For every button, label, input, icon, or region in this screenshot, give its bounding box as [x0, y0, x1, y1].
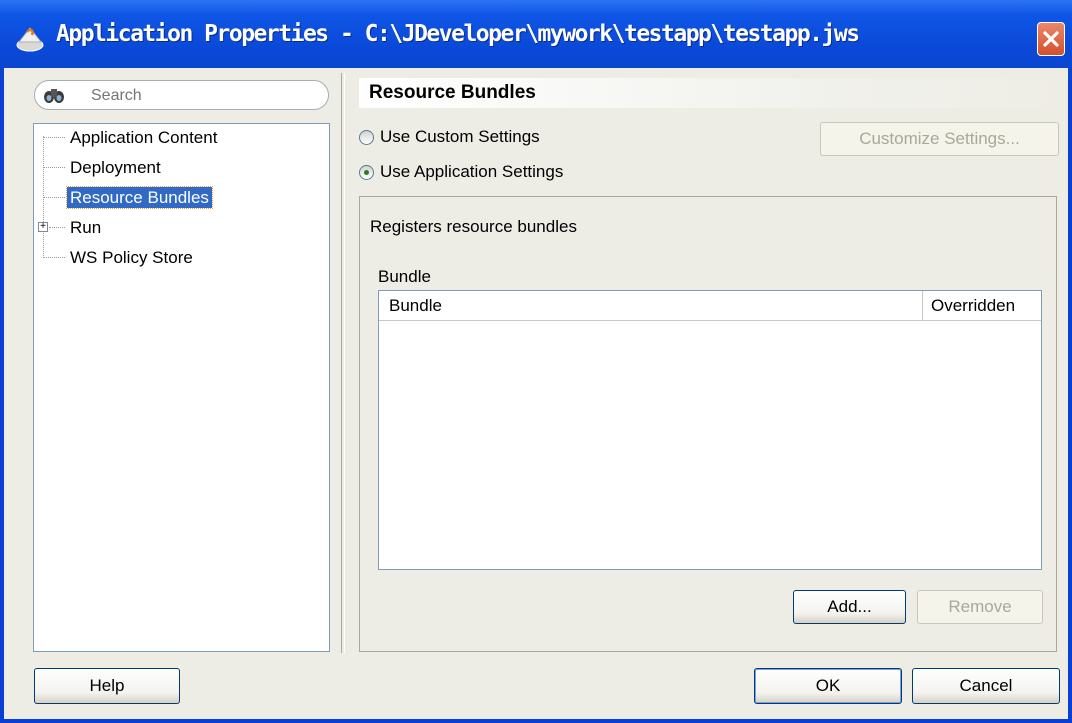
tree-item-label: Resource Bundles — [66, 186, 213, 209]
help-button[interactable]: Help — [34, 668, 180, 704]
panel-splitter[interactable] — [341, 73, 345, 653]
cancel-button[interactable]: Cancel — [912, 668, 1060, 704]
close-icon — [1043, 31, 1059, 47]
description-text: Registers resource bundles — [370, 217, 577, 236]
window-title: Application Properties - C:\JDeveloper\m… — [56, 21, 860, 47]
radio-label: Use Custom Settings — [380, 127, 540, 146]
tree-item-label: Application Content — [70, 128, 218, 147]
search-input[interactable] — [89, 86, 313, 106]
tree-item-label: Deployment — [70, 158, 161, 177]
column-header-overridden[interactable]: Overridden — [922, 291, 1041, 321]
jdeveloper-cup-icon — [16, 27, 44, 52]
application-properties-dialog: Application Properties - C:\JDeveloper\m… — [0, 0, 1072, 723]
search-box[interactable] — [34, 80, 329, 110]
section-title: Resource Bundles — [359, 78, 1057, 108]
dialog-client-area: Application Content Deployment Resource … — [4, 68, 1068, 719]
tree-item-label: Run — [70, 218, 102, 237]
use-application-settings-radio[interactable]: Use Application Settings — [359, 160, 563, 184]
customize-settings-button[interactable]: Customize Settings... — [820, 122, 1059, 156]
add-button[interactable]: Add... — [793, 590, 906, 624]
column-header-bundle[interactable]: Bundle — [379, 291, 922, 321]
expand-icon[interactable]: + — [38, 222, 48, 232]
tree-item-label: WS Policy Store — [70, 248, 193, 267]
tree-item-deployment[interactable]: Deployment — [67, 155, 164, 181]
remove-button[interactable]: Remove — [917, 590, 1043, 624]
ok-button[interactable]: OK — [754, 668, 902, 704]
tree-item-application-content[interactable]: Application Content — [67, 125, 220, 151]
radio-button-checked[interactable] — [359, 164, 374, 180]
bundle-table[interactable]: Bundle Overridden — [378, 290, 1042, 570]
navigation-tree[interactable]: Application Content Deployment Resource … — [33, 123, 330, 652]
close-button[interactable] — [1037, 22, 1065, 56]
binoculars-icon — [44, 89, 64, 103]
radio-button-unchecked[interactable] — [359, 129, 374, 145]
tree-item-ws-policy-store[interactable]: WS Policy Store — [67, 245, 196, 271]
use-custom-settings-radio[interactable]: Use Custom Settings — [359, 125, 540, 149]
settings-group: Registers resource bundles Bundle Bundle… — [359, 196, 1057, 652]
tree-item-run[interactable]: Run — [67, 215, 104, 241]
tree-item-resource-bundles[interactable]: Resource Bundles — [66, 185, 213, 211]
radio-label: Use Application Settings — [380, 162, 564, 181]
bundle-label: Bundle — [378, 267, 431, 286]
